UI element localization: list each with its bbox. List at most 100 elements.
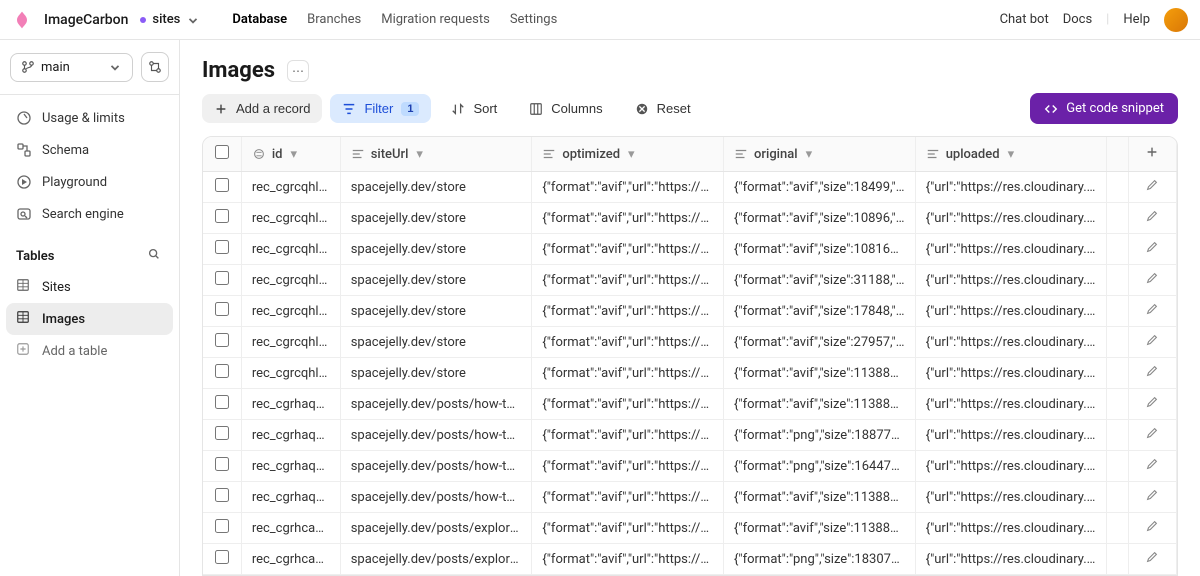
sidebar-item-playground[interactable]: Playground xyxy=(6,167,173,197)
row-select-cell[interactable] xyxy=(203,513,241,544)
add-column-button[interactable] xyxy=(1128,137,1176,172)
cell-uploaded[interactable]: {"url":"https://res.cloudinary.co... xyxy=(915,544,1107,575)
cell-optimized[interactable]: {"format":"avif","url":"https://res... xyxy=(532,482,724,513)
sort-button[interactable]: Sort xyxy=(439,94,509,123)
edit-row-button[interactable] xyxy=(1128,482,1176,513)
cell-uploaded[interactable]: {"url":"https://res.cloudinary.co... xyxy=(915,389,1107,420)
edit-row-button[interactable] xyxy=(1128,389,1176,420)
table-row[interactable]: rec_cgrcqhlsg...spacejelly.dev/store{"fo… xyxy=(203,327,1177,358)
table-row[interactable]: rec_cgrhaqet...spacejelly.dev/posts/how-… xyxy=(203,420,1177,451)
select-all-header[interactable] xyxy=(203,137,241,172)
cell-siteurl[interactable]: spacejelly.dev/store xyxy=(340,358,532,389)
cell-original[interactable]: {"format":"avif","size":113889,"ur... xyxy=(724,358,916,389)
filter-button[interactable]: Filter1 xyxy=(330,94,431,123)
row-select-cell[interactable] xyxy=(203,172,241,203)
row-checkbox[interactable] xyxy=(215,519,229,533)
row-select-cell[interactable] xyxy=(203,451,241,482)
cell-uploaded[interactable]: {"url":"https://res.cloudinary.co... xyxy=(915,358,1107,389)
cell-uploaded[interactable]: {"url":"https://res.cloudinary.co... xyxy=(915,327,1107,358)
cell-siteurl[interactable]: spacejelly.dev/posts/how-to-us... xyxy=(340,451,532,482)
row-checkbox[interactable] xyxy=(215,364,229,378)
row-select-cell[interactable] xyxy=(203,389,241,420)
more-actions-button[interactable]: ⋯ xyxy=(287,60,309,82)
sidebar-item-schema[interactable]: Schema xyxy=(6,135,173,165)
row-checkbox[interactable] xyxy=(215,333,229,347)
row-checkbox[interactable] xyxy=(215,488,229,502)
cell-original[interactable]: {"format":"avif","size":27957,"ur... xyxy=(724,327,916,358)
nav-branches[interactable]: Branches xyxy=(307,12,361,27)
cell-optimized[interactable]: {"format":"avif","url":"https://res... xyxy=(532,389,724,420)
cell-optimized[interactable]: {"format":"avif","url":"https://res... xyxy=(532,544,724,575)
sidebar-item-search[interactable]: Search engine xyxy=(6,199,173,229)
cell-siteurl[interactable]: spacejelly.dev/posts/exploring-... xyxy=(340,544,532,575)
cell-id[interactable]: rec_cgrcqhlsg... xyxy=(241,172,340,203)
avatar[interactable] xyxy=(1164,8,1188,32)
col-header-uploaded[interactable]: uploaded▾ xyxy=(915,137,1107,172)
nav-settings[interactable]: Settings xyxy=(510,12,557,27)
cell-siteurl[interactable]: spacejelly.dev/store xyxy=(340,265,532,296)
cell-id[interactable]: rec_cgrhaqet... xyxy=(241,420,340,451)
cell-original[interactable]: {"format":"png","size":188774,"ur... xyxy=(724,420,916,451)
edit-row-button[interactable] xyxy=(1128,203,1176,234)
cell-uploaded[interactable]: {"url":"https://res.cloudinary.co... xyxy=(915,296,1107,327)
nav-database[interactable]: Database xyxy=(232,12,287,27)
table-row[interactable]: rec_cgrcqhlsg...spacejelly.dev/store{"fo… xyxy=(203,203,1177,234)
cell-siteurl[interactable]: spacejelly.dev/posts/how-to-us... xyxy=(340,389,532,420)
cell-uploaded[interactable]: {"url":"https://res.cloudinary.co... xyxy=(915,482,1107,513)
cell-original[interactable]: {"format":"avif","size":113889,"ur... xyxy=(724,389,916,420)
table-row[interactable]: rec_cgrcqhlsg...spacejelly.dev/store{"fo… xyxy=(203,234,1177,265)
cell-optimized[interactable]: {"format":"avif","url":"https://res... xyxy=(532,172,724,203)
cell-uploaded[interactable]: {"url":"https://res.cloudinary.co... xyxy=(915,451,1107,482)
add-record-button[interactable]: Add a record xyxy=(202,94,322,123)
row-checkbox[interactable] xyxy=(215,178,229,192)
branch-selector[interactable]: main xyxy=(10,53,133,82)
cell-original[interactable]: {"format":"avif","size":18499,"ur... xyxy=(724,172,916,203)
edit-row-button[interactable] xyxy=(1128,451,1176,482)
cell-uploaded[interactable]: {"url":"https://res.cloudinary.co... xyxy=(915,265,1107,296)
table-row[interactable]: rec_cgrcqhlsg...spacejelly.dev/store{"fo… xyxy=(203,172,1177,203)
row-select-cell[interactable] xyxy=(203,203,241,234)
cell-id[interactable]: rec_cgrcqhlsg... xyxy=(241,203,340,234)
row-checkbox[interactable] xyxy=(215,550,229,564)
columns-button[interactable]: Columns xyxy=(517,94,614,123)
cell-original[interactable]: {"format":"avif","size":113889,"ur... xyxy=(724,482,916,513)
row-checkbox[interactable] xyxy=(215,240,229,254)
cell-siteurl[interactable]: spacejelly.dev/posts/how-to-us... xyxy=(340,482,532,513)
compare-button[interactable] xyxy=(141,52,169,82)
edit-row-button[interactable] xyxy=(1128,327,1176,358)
edit-row-button[interactable] xyxy=(1128,234,1176,265)
workspace-switcher[interactable]: sites xyxy=(140,12,200,27)
edit-row-button[interactable] xyxy=(1128,265,1176,296)
edit-row-button[interactable] xyxy=(1128,172,1176,203)
cell-siteurl[interactable]: spacejelly.dev/store xyxy=(340,234,532,265)
cell-id[interactable]: rec_cgrcqhlsg... xyxy=(241,234,340,265)
cell-uploaded[interactable]: {"url":"https://res.cloudinary.co... xyxy=(915,513,1107,544)
table-item-sites[interactable]: Sites xyxy=(6,271,173,303)
sidebar-item-usage[interactable]: Usage & limits xyxy=(6,103,173,133)
cell-optimized[interactable]: {"format":"avif","url":"https://res... xyxy=(532,451,724,482)
row-select-cell[interactable] xyxy=(203,358,241,389)
cell-uploaded[interactable]: {"url":"https://res.cloudinary.co... xyxy=(915,234,1107,265)
col-header-optimized[interactable]: optimized▾ xyxy=(532,137,724,172)
cell-siteurl[interactable]: spacejelly.dev/posts/how-to-us... xyxy=(340,420,532,451)
edit-row-button[interactable] xyxy=(1128,296,1176,327)
table-row[interactable]: rec_cgrhaqet...spacejelly.dev/posts/how-… xyxy=(203,389,1177,420)
table-row[interactable]: rec_cgrhaqet...spacejelly.dev/posts/how-… xyxy=(203,482,1177,513)
col-header-siteurl[interactable]: siteUrl▾ xyxy=(340,137,532,172)
chatbot-link[interactable]: Chat bot xyxy=(1000,12,1049,27)
row-select-cell[interactable] xyxy=(203,265,241,296)
cell-id[interactable]: rec_cgrhaqet... xyxy=(241,389,340,420)
row-select-cell[interactable] xyxy=(203,234,241,265)
cell-id[interactable]: rec_cgrcqhlsg... xyxy=(241,265,340,296)
table-item-images[interactable]: Images xyxy=(6,303,173,335)
select-all-checkbox[interactable] xyxy=(215,145,229,159)
cell-optimized[interactable]: {"format":"avif","url":"https://res... xyxy=(532,234,724,265)
col-header-id[interactable]: id▾ xyxy=(241,137,340,172)
row-checkbox[interactable] xyxy=(215,395,229,409)
table-row[interactable]: rec_cgrcqhlsg...spacejelly.dev/store{"fo… xyxy=(203,296,1177,327)
table-row[interactable]: rec_cgrhca7ju...spacejelly.dev/posts/exp… xyxy=(203,544,1177,575)
cell-siteurl[interactable]: spacejelly.dev/store xyxy=(340,296,532,327)
cell-uploaded[interactable]: {"url":"https://res.cloudinary.co... xyxy=(915,172,1107,203)
cell-id[interactable]: rec_cgrcqhlsg... xyxy=(241,327,340,358)
table-row[interactable]: rec_cgrcqhlsg...spacejelly.dev/store{"fo… xyxy=(203,358,1177,389)
